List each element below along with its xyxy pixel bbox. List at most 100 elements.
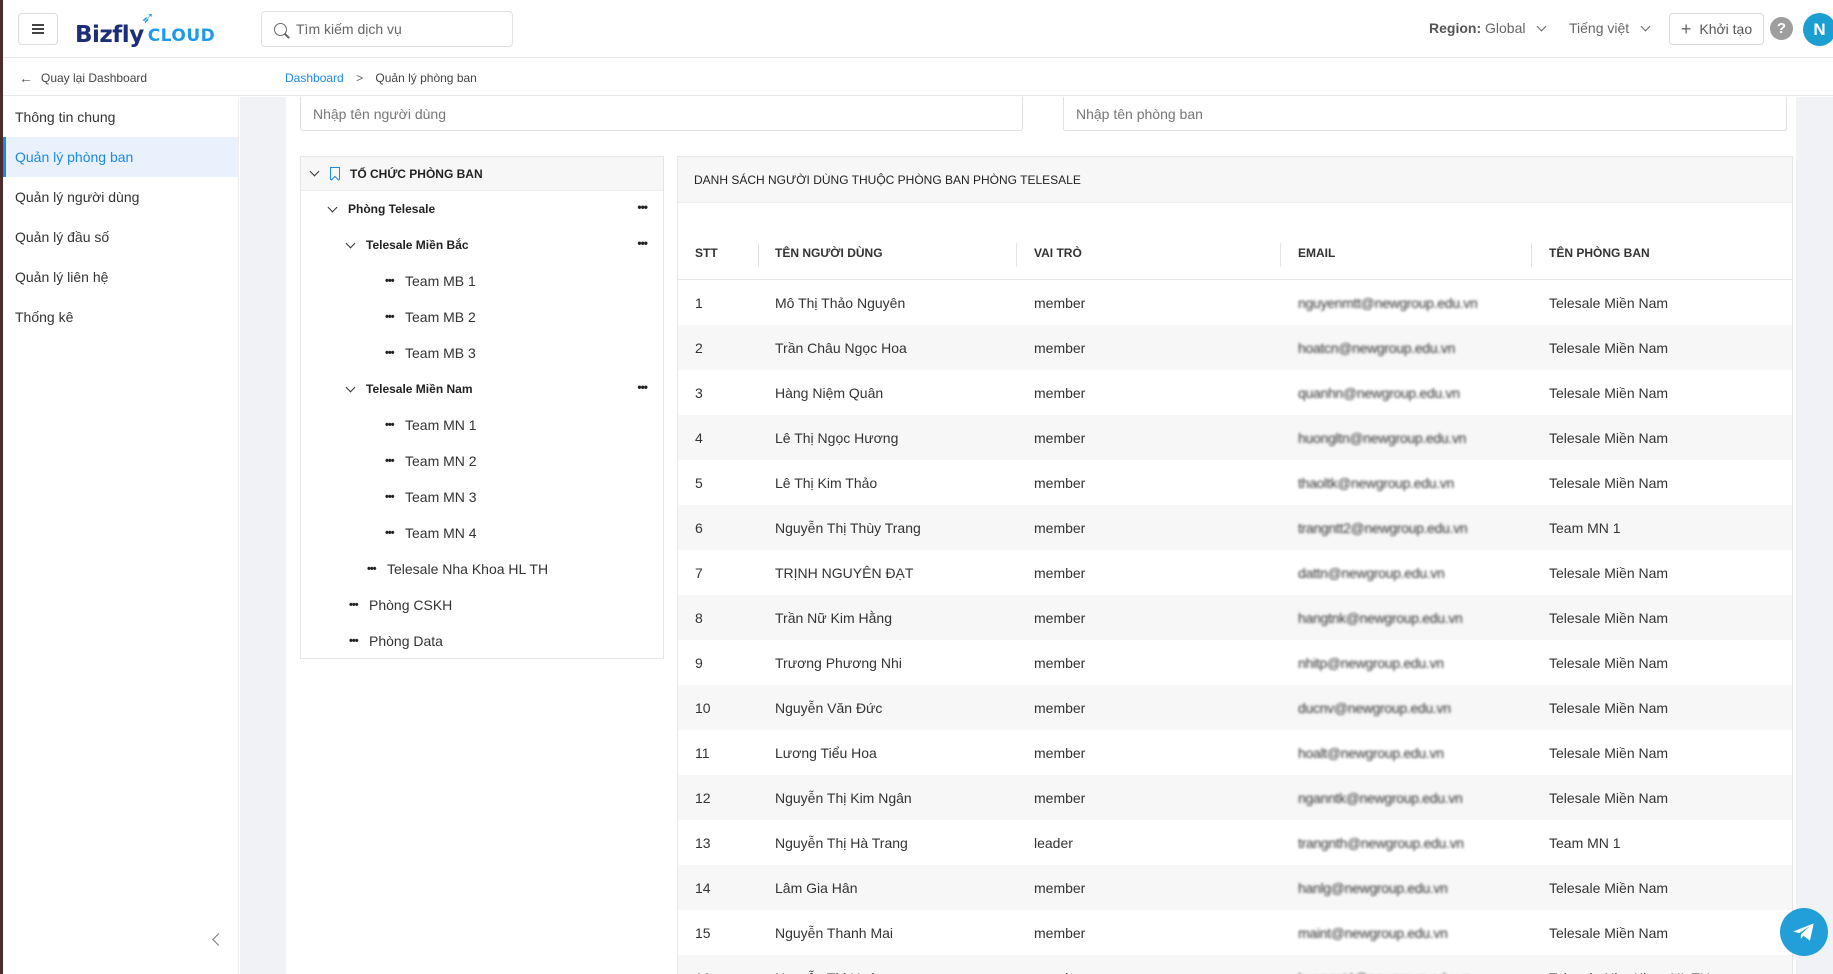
cell-department: Telesale Miền Nam [1549,745,1669,761]
table-row[interactable]: 2 Trần Châu Ngọc Hoa member hoatcn@newgroup… [678,325,1792,370]
cell-department: Telesale Miền Nam [1549,655,1669,671]
tree-node-phong-cskh[interactable]: ••• Phòng CSKH [301,587,663,623]
cell-department: Telesale Miền Nam [1549,475,1669,491]
menu-icon [32,28,44,30]
tree-node-label: Phòng Telesale [348,202,436,216]
user-name-filter-input[interactable]: Nhập tên người dùng [300,97,1023,131]
tree-root[interactable]: TỔ CHỨC PHÒNG BAN [301,157,663,191]
back-to-dashboard-link[interactable]: ← Quay lại Dashboard [19,70,147,86]
cell-user-name: Lâm Gia Hân [775,880,858,896]
sidebar-item-general-info[interactable]: Thông tin chung [3,97,238,137]
cell-department: Telesale Miền Nam [1549,565,1669,581]
column-header-department: TÊN PHÒNG BAN [1549,246,1650,260]
bookmark-icon [330,167,340,180]
table-row[interactable]: 15 Nguyễn Thanh Mai member maint@newgroup.e… [678,910,1792,955]
tree-node-phong-data[interactable]: ••• Phòng Data [301,623,663,659]
tree-node-label: Team MN 2 [405,453,477,469]
cell-email: hangtnk@newgroup.edu.vn [1298,610,1463,626]
cell-department: Telesale Miền Nam [1549,880,1669,896]
more-options-icon[interactable]: ••• [385,491,397,503]
cell-user-name: TRỊNH NGUYÊN ĐẠT [775,565,914,581]
table-row[interactable]: 11 Lương Tiểu Hoa member hoalt@newgroup.edu… [678,730,1792,775]
tree-node-team-mn-2[interactable]: ••• Team MN 2 [301,443,663,479]
cell-role: member [1034,385,1086,401]
sidebar-item-departments[interactable]: Quản lý phòng ban [3,137,238,177]
region-selector[interactable]: Region: Global [1429,20,1547,36]
tree-node-phong-telesale[interactable]: Phòng Telesale ••• [301,191,663,227]
table-row[interactable]: 14 Lâm Gia Hân member hanlg@newgroup.edu.vn… [678,865,1792,910]
tree-node-label: Team MN 3 [405,489,477,505]
cell-stt: 13 [695,835,711,851]
tree-node-telesale-mien-bac[interactable]: Telesale Miền Bắc ••• [301,227,663,263]
cell-department: Telesale Miền Nam [1549,925,1669,941]
table-row[interactable]: 4 Lê Thị Ngọc Hương member huongltn@newgrou… [678,415,1792,460]
sidebar-item-contacts[interactable]: Quản lý liên hệ [3,257,238,297]
tree-node-label: Telesale Miền Nam [366,382,473,396]
user-avatar[interactable]: N [1803,13,1833,46]
create-button[interactable]: + Khởi tạo [1669,13,1764,45]
column-divider [758,243,759,267]
tree-node-team-mn-4[interactable]: ••• Team MN 4 [301,515,663,551]
more-options-icon[interactable]: ••• [637,380,648,394]
help-icon[interactable]: ? [1770,17,1793,40]
table-row[interactable]: 12 Nguyễn Thị Kim Ngân member nganntk@newgr… [678,775,1792,820]
table-row[interactable]: 9 Trương Phương Nhi member nhitp@newgroup.e… [678,640,1792,685]
tree-node-team-mb-1[interactable]: ••• Team MB 1 [301,263,663,299]
search-icon [274,22,287,36]
sidebar-item-phone-numbers[interactable]: Quản lý đầu số [3,217,238,257]
breadcrumb-dashboard-link[interactable]: Dashboard [285,71,344,85]
arrow-left-icon: ← [19,70,33,86]
cell-department: Telesale Miền Nam [1549,430,1669,446]
cell-role: member [1034,655,1086,671]
cell-stt: 4 [695,430,703,446]
more-options-icon[interactable]: ••• [367,563,379,575]
tree-node-team-mb-2[interactable]: ••• Team MB 2 [301,299,663,335]
chevron-left-icon[interactable] [212,933,225,946]
table-row[interactable]: 8 Trần Nữ Kim Hằng member hangtnk@newgroup.… [678,595,1792,640]
table-row[interactable]: 16 Nguyễn Thị Hường member huongnt4@newgrou… [678,955,1792,974]
sidebar-item-users[interactable]: Quản lý người dùng [3,177,238,217]
tree-node-label: Telesale Miền Bắc [366,238,469,252]
cell-email: huongnt4@newgroup.edu.vn [1298,970,1471,974]
cell-user-name: Nguyễn Thị Hà Trang [775,835,908,851]
cell-email: huongltn@newgroup.edu.vn [1298,430,1467,446]
more-options-icon[interactable]: ••• [349,599,361,611]
table-row[interactable]: 7 TRỊNH NGUYÊN ĐẠT member dattn@newgroup.ed… [678,550,1792,595]
hamburger-menu-button[interactable] [18,13,58,45]
table-row[interactable]: 5 Lê Thị Kim Thảo member thaoltk@newgroup.e… [678,460,1792,505]
tree-node-label: Team MB 3 [405,345,476,361]
more-options-icon[interactable]: ••• [385,311,397,323]
table-row[interactable]: 6 Nguyễn Thị Thùy Trang member trangntt2@ne… [678,505,1792,550]
table-row[interactable]: 10 Nguyễn Văn Đức member ducnv@newgroup.edu… [678,685,1792,730]
table-row[interactable]: 3 Hàng Niệm Quân member quanhn@newgroup.edu… [678,370,1792,415]
tree-node-label: Team MB 2 [405,309,476,325]
bizfly-logo[interactable]: Bizfly ➶ CLOUD [75,8,215,48]
telegram-chat-button[interactable] [1780,908,1828,956]
main-content: Nhập tên người dùng Nhập tên phòng ban T… [240,97,1833,974]
table-row[interactable]: 1 Mô Thị Thảo Nguyên member nguyenmtt@newgr… [678,280,1792,325]
department-name-filter-input[interactable]: Nhập tên phòng ban [1063,97,1787,131]
cell-department: Telesale Miền Nam [1549,610,1669,626]
sidebar-item-statistics[interactable]: Thống kê [3,297,238,337]
tree-node-team-mb-3[interactable]: ••• Team MB 3 [301,335,663,371]
tree-node-team-mn-3[interactable]: ••• Team MN 3 [301,479,663,515]
more-options-icon[interactable]: ••• [637,200,648,214]
tree-node-telesale-mien-nam[interactable]: Telesale Miền Nam ••• [301,371,663,407]
more-options-icon[interactable]: ••• [385,455,397,467]
more-options-icon[interactable]: ••• [385,527,397,539]
more-options-icon[interactable]: ••• [385,347,397,359]
cell-role: member [1034,700,1086,716]
tree-node-label: Phòng Data [369,633,443,649]
more-options-icon[interactable]: ••• [385,419,397,431]
cell-email: hoalt@newgroup.edu.vn [1298,745,1444,761]
tree-node-team-mn-1[interactable]: ••• Team MN 1 [301,407,663,443]
service-search-input[interactable]: Tìm kiếm dịch vụ [261,11,513,47]
more-options-icon[interactable]: ••• [349,635,361,647]
more-options-icon[interactable]: ••• [637,236,648,250]
table-row[interactable]: 13 Nguyễn Thị Hà Trang leader trangnth@newg… [678,820,1792,865]
language-selector[interactable]: Tiếng việt [1569,20,1651,36]
tree-node-telesale-nha-khoa[interactable]: ••• Telesale Nha Khoa HL TH [301,551,663,587]
cell-stt: 12 [695,790,711,806]
tree-node-label: Team MB 1 [405,273,476,289]
more-options-icon[interactable]: ••• [385,275,397,287]
